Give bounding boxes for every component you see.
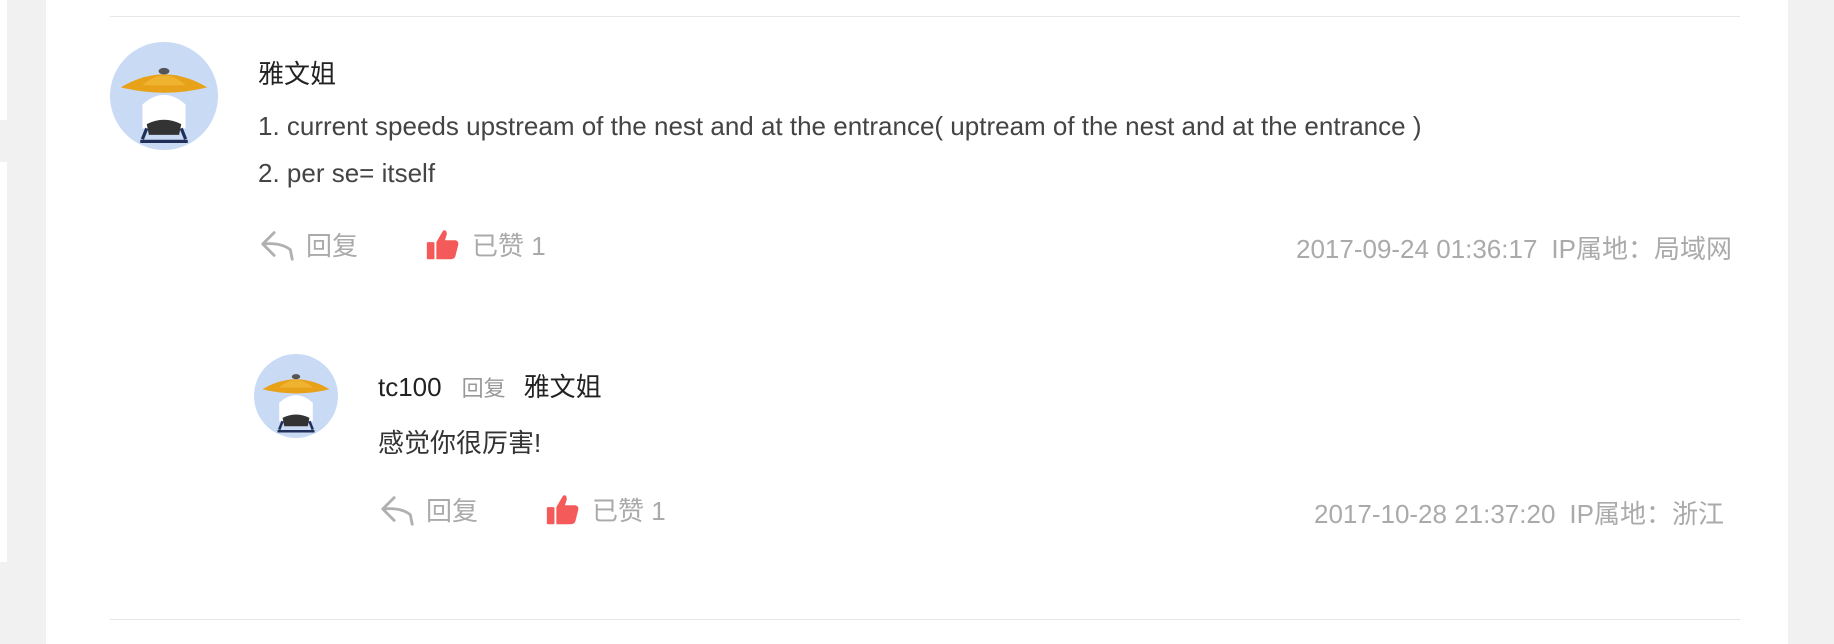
comment-ip-location: IP属地：局域网 bbox=[1551, 234, 1732, 264]
straw-hat-avatar-icon bbox=[110, 42, 218, 150]
reply-word: 回复 bbox=[461, 376, 506, 401]
comment-text-line-2: 2. per se= itself bbox=[258, 158, 436, 188]
left-edge-strip-bottom bbox=[0, 162, 7, 562]
reply-arrow-icon bbox=[381, 496, 414, 526]
reply-ip-location: IP属地：浙江 bbox=[1569, 499, 1724, 529]
reply-timestamp: 2017-10-28 21:37:20 bbox=[1313, 499, 1556, 529]
straw-hat-avatar-icon bbox=[254, 354, 338, 438]
top-divider bbox=[110, 16, 1740, 17]
comment-like-button[interactable]: 已赞 1 bbox=[424, 225, 546, 263]
reply-meta: 2017-10-28 21:37:20 IP属地：浙江 bbox=[1314, 494, 1724, 531]
thumbs-up-icon bbox=[546, 495, 579, 525]
reply-like-button[interactable]: 已赞 1 bbox=[544, 490, 666, 528]
comment-timestamp: 2017-09-24 01:36:17 bbox=[1295, 234, 1538, 264]
reply-label: 回复 bbox=[426, 495, 479, 526]
reply-header: tc100 回复 雅文姐 bbox=[378, 367, 602, 404]
reply-avatar[interactable] bbox=[254, 354, 338, 438]
reply-target-username[interactable]: 雅文姐 bbox=[524, 367, 602, 404]
comment-avatar[interactable] bbox=[110, 42, 218, 150]
reply-label: 回复 bbox=[306, 230, 359, 261]
comment-username[interactable]: 雅文姐 bbox=[258, 54, 336, 91]
reply-username[interactable]: tc100 bbox=[378, 372, 442, 403]
like-count-label: 已赞 1 bbox=[592, 495, 666, 526]
bottom-divider bbox=[110, 619, 1740, 620]
comment-panel: 雅文姐 1. current speeds upstream of the ne… bbox=[46, 0, 1788, 644]
reply-reply-button[interactable]: 回复 bbox=[378, 490, 478, 528]
reply-arrow-icon bbox=[261, 231, 294, 261]
reply-text: 感觉你很厉害! bbox=[378, 428, 542, 458]
thumbs-up-icon bbox=[426, 230, 459, 260]
comment-meta: 2017-09-24 01:36:17 IP属地：局域网 bbox=[1296, 229, 1732, 266]
like-count-label: 已赞 1 bbox=[472, 230, 546, 261]
comment-reply-button[interactable]: 回复 bbox=[258, 225, 358, 263]
left-edge-strip-top bbox=[0, 0, 7, 120]
comment-text-line-1: 1. current speeds upstream of the nest a… bbox=[258, 111, 1422, 141]
